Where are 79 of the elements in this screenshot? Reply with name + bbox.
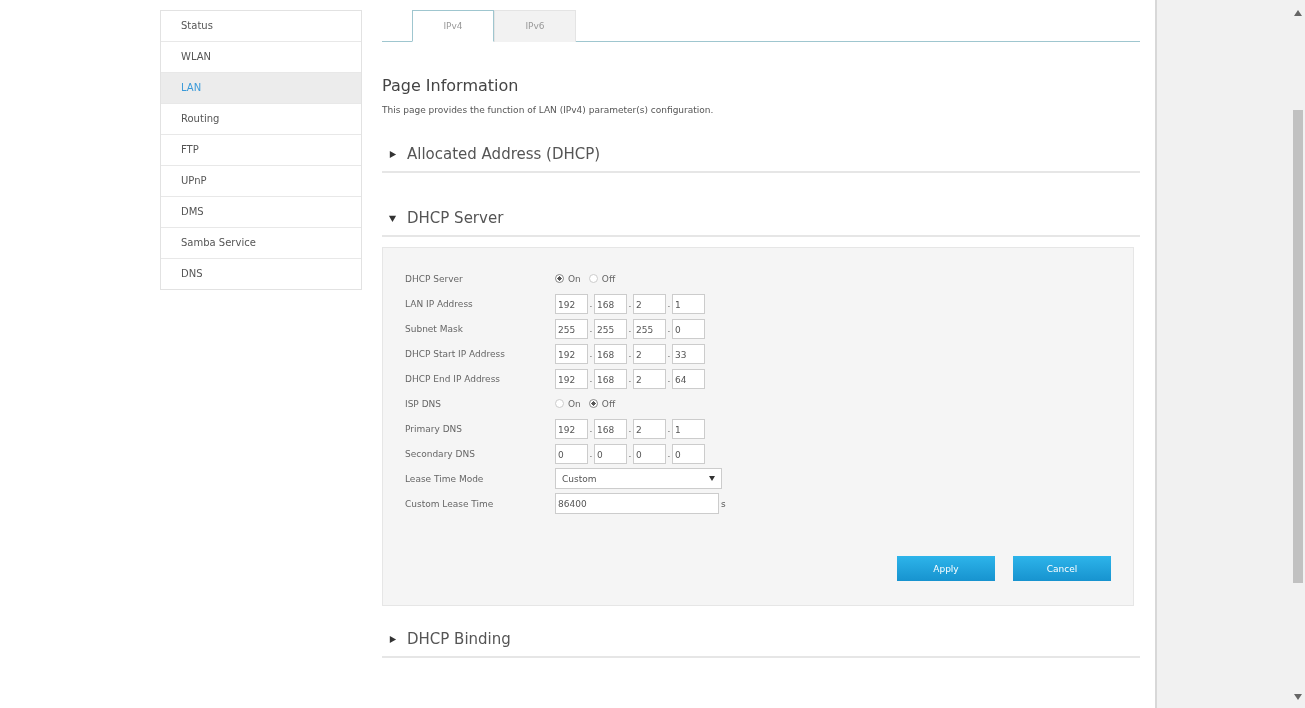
ip-octet-field[interactable]: 1	[672, 293, 705, 314]
ip-octet-field[interactable]: 1	[672, 418, 705, 439]
section-header[interactable]: DHCP Binding	[382, 630, 1140, 658]
ip-octet-field[interactable]: 255	[594, 318, 627, 339]
radio-label: Off	[601, 273, 616, 284]
field-label: Secondary DNS	[405, 448, 476, 459]
triangle-down-icon	[388, 213, 397, 223]
field-label: DHCP Server	[405, 273, 464, 284]
field-label: Primary DNS	[405, 423, 463, 434]
section-title: DHCP Server	[407, 209, 504, 227]
ip-octet-field[interactable]: 0	[594, 443, 627, 464]
ip-octet-field[interactable]: 192	[555, 368, 588, 389]
field-label: DHCP Start IP Address	[405, 348, 506, 359]
ip-octet-field[interactable]: 33	[672, 343, 705, 364]
dot-separator: .	[588, 448, 594, 459]
radio-label: Off	[601, 398, 616, 409]
ip-octet-field[interactable]: 192	[555, 418, 588, 439]
ip-octet-field[interactable]: 64	[672, 368, 705, 389]
dot-separator: .	[666, 373, 672, 384]
dot-separator: .	[588, 373, 594, 384]
input-field[interactable]: 86400	[555, 493, 719, 514]
field-label: Custom Lease Time	[405, 498, 495, 509]
dot-separator: .	[666, 298, 672, 309]
dot-separator: .	[666, 323, 672, 334]
scroll-down-icon[interactable]	[1294, 694, 1302, 700]
dot-separator: .	[588, 298, 594, 309]
ip-octet-field[interactable]: 192	[555, 343, 588, 364]
ip-octet-field[interactable]: 168	[594, 418, 627, 439]
radio-label: On	[568, 273, 581, 284]
dot-separator: .	[627, 373, 633, 384]
field-label: LAN IP Address	[405, 298, 474, 309]
ip-octet-field[interactable]: 168	[594, 368, 627, 389]
ip-octet-field[interactable]: 168	[594, 293, 627, 314]
section-header[interactable]: DHCP Server	[382, 209, 1140, 237]
scrollbar-thumb[interactable]	[1293, 110, 1303, 583]
dot-separator: .	[627, 348, 633, 359]
field-label: ISP DNS	[405, 398, 443, 409]
ip-octet-field[interactable]: 0	[672, 318, 705, 339]
unit-label: s	[721, 498, 726, 509]
section-header[interactable]: Allocated Address (DHCP)	[382, 145, 1140, 173]
section-title: DHCP Binding	[407, 630, 511, 648]
dot-separator: .	[627, 323, 633, 334]
ip-octet-field[interactable]: 2	[633, 343, 666, 364]
ip-octet-field[interactable]: 2	[633, 418, 666, 439]
ip-octet-field[interactable]: 0	[555, 443, 588, 464]
dot-separator: .	[588, 348, 594, 359]
scroll-up-icon[interactable]	[1294, 10, 1302, 16]
ip-octet-field[interactable]: 168	[594, 343, 627, 364]
lease-mode-dropdown[interactable]: Custom	[555, 468, 722, 489]
dot-separator: .	[666, 448, 672, 459]
scrollbar[interactable]	[1291, 0, 1305, 708]
ip-octet-field[interactable]: 0	[672, 443, 705, 464]
field-label: DHCP End IP Address	[405, 373, 502, 384]
radio-label: On	[568, 398, 581, 409]
ip-octet-field[interactable]: 2	[633, 368, 666, 389]
dot-separator: .	[588, 423, 594, 434]
triangle-right-icon	[388, 149, 397, 159]
caret-icon	[709, 476, 715, 481]
radio-button[interactable]	[588, 399, 598, 408]
ip-octet-field[interactable]: 192	[555, 293, 588, 314]
radio-button[interactable]	[555, 274, 564, 283]
ip-octet-field[interactable]: 255	[555, 318, 588, 339]
section-title: Allocated Address (DHCP)	[407, 145, 601, 163]
ip-octet-field[interactable]: 2	[633, 293, 666, 314]
dot-separator: .	[588, 323, 594, 334]
field-label: Subnet Mask	[405, 323, 464, 334]
dot-separator: .	[666, 348, 672, 359]
dot-separator: .	[627, 448, 633, 459]
page-title: Page Information	[382, 76, 520, 95]
ip-octet-field[interactable]: 0	[633, 443, 666, 464]
ip-octet-field[interactable]: 255	[633, 318, 666, 339]
triangle-right-icon	[388, 634, 397, 644]
field-label: Lease Time Mode	[405, 473, 485, 484]
dot-separator: .	[666, 423, 672, 434]
dot-separator: .	[627, 298, 633, 309]
radio-button[interactable]	[555, 399, 564, 408]
radio-button[interactable]	[588, 274, 598, 283]
dot-separator: .	[627, 423, 633, 434]
page-description: This page provides the function of LAN (IPv4) parameter(s) configuration.	[382, 105, 715, 115]
